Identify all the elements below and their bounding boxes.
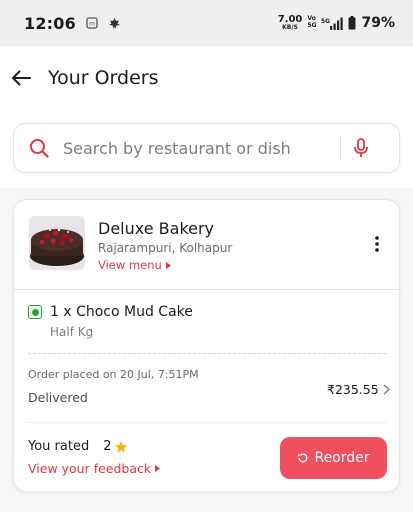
network-speed-unit: KB/S: [282, 24, 298, 31]
volte-indicator: Vo 5G: [307, 16, 316, 29]
restaurant-image: [29, 216, 85, 270]
veg-icon: [28, 305, 42, 319]
more-vertical-icon: [375, 236, 379, 252]
back-button[interactable]: [10, 67, 32, 89]
search-section: [0, 110, 413, 188]
page-header: Your Orders: [0, 46, 413, 110]
view-menu-label: View menu: [98, 258, 162, 272]
chevron-right-icon: [383, 384, 390, 395]
order-total-link[interactable]: ₹235.55: [327, 382, 390, 397]
view-menu-link[interactable]: View menu: [98, 258, 171, 272]
svg-text:m: m: [89, 21, 95, 28]
status-right: 7.00 KB/S Vo 5G 5G 79%: [278, 15, 395, 32]
you-rated-label: You rated: [28, 439, 90, 454]
rating-value: 2: [103, 439, 112, 454]
svg-text:5G: 5G: [321, 18, 330, 25]
search-input[interactable]: [63, 138, 333, 158]
order-card[interactable]: Deluxe Bakery Rajarampuri, Kolhapur View…: [13, 199, 401, 492]
divider: [28, 422, 386, 423]
refresh-icon: [298, 453, 308, 463]
rating-summary: You rated 2: [28, 439, 128, 454]
arrow-left-icon: [12, 70, 31, 86]
order-item-variant: Half Kg: [50, 325, 94, 339]
network-speed: 7.00 KB/S: [278, 15, 303, 31]
search-divider: [340, 135, 341, 161]
microphone-icon[interactable]: [353, 138, 371, 158]
battery-percentage: 79%: [361, 15, 395, 31]
order-placed-date: Order placed on 20 Jul, 7:51PM: [28, 368, 199, 381]
page-title: Your Orders: [48, 67, 159, 89]
status-left: 12:06 m: [24, 14, 121, 33]
divider: [14, 289, 401, 290]
reorder-button[interactable]: Reorder: [280, 437, 387, 479]
signal-icon: 5G: [321, 17, 344, 30]
notification-app-icon: m: [86, 17, 98, 29]
more-options-button[interactable]: [369, 236, 385, 256]
view-feedback-link[interactable]: View your feedback: [28, 461, 161, 476]
order-status: Delivered: [28, 390, 88, 405]
status-time: 12:06: [24, 13, 76, 33]
volte-bottom: 5G: [307, 22, 317, 29]
order-item-name: 1 x Choco Mud Cake: [50, 304, 193, 320]
reorder-label: Reorder: [314, 450, 370, 466]
restaurant-name[interactable]: Deluxe Bakery: [98, 219, 214, 238]
star-icon: [114, 440, 128, 454]
order-total: ₹235.55: [327, 382, 379, 397]
view-feedback-label: View your feedback: [28, 461, 152, 476]
veg-dot: [31, 308, 39, 316]
dashed-divider: [28, 353, 386, 354]
leaf-notification-icon: [108, 17, 121, 30]
restaurant-location: Rajarampuri, Kolhapur: [98, 241, 233, 255]
search-bar[interactable]: [13, 123, 400, 173]
caret-right-icon: [165, 261, 171, 269]
search-icon: [29, 138, 49, 158]
status-bar: 12:06 m 7.00 KB/S Vo 5G 5G 79%: [0, 0, 413, 46]
caret-right-icon: [155, 465, 161, 472]
battery-icon: [348, 16, 356, 30]
